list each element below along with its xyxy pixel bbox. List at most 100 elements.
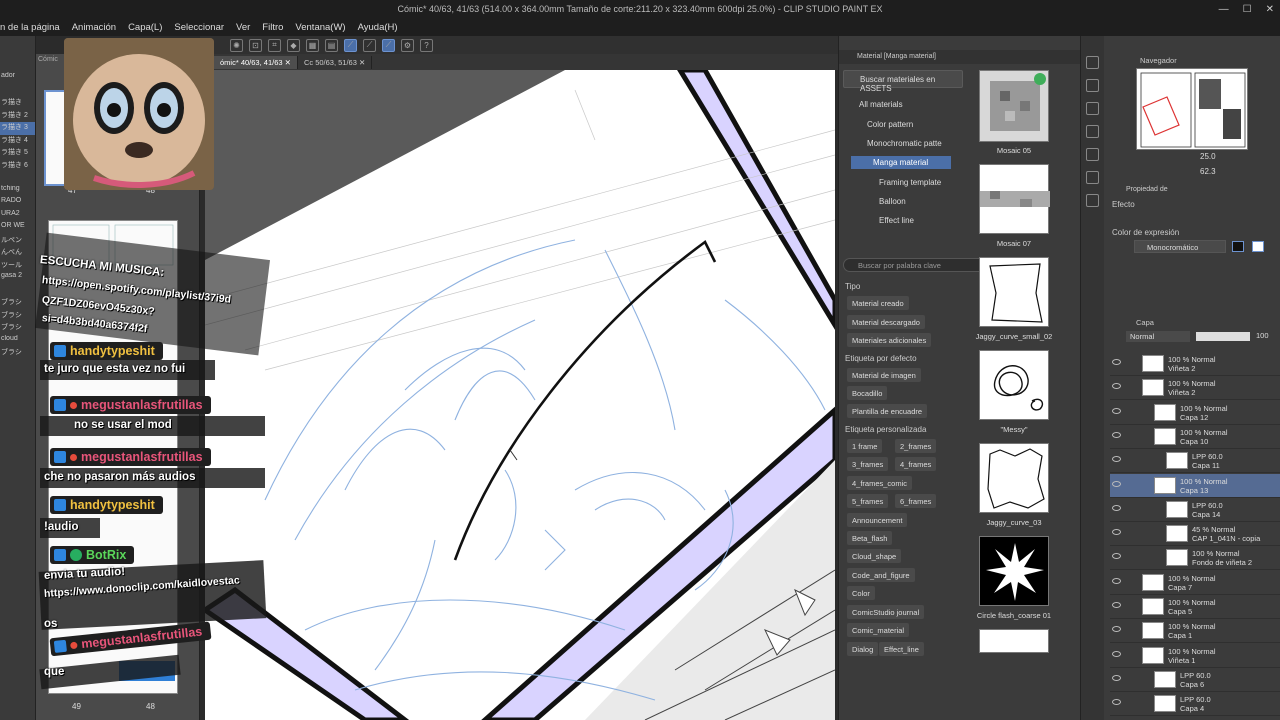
menu-page[interactable]: n de la página — [0, 22, 66, 33]
tag-button[interactable]: 4_frames_comic — [847, 476, 913, 490]
zoom-value[interactable]: 25.0 — [1200, 152, 1216, 161]
sub-tool-item[interactable]: ブラシ — [0, 297, 35, 310]
tab-close-icon[interactable]: ✕ — [359, 58, 365, 67]
maximize-button[interactable]: ☐ — [1243, 4, 1252, 15]
layer-row[interactable]: LPP 60.0 Capa 11 — [1110, 449, 1280, 474]
tag-button[interactable]: Comic_material — [847, 623, 910, 637]
eye-icon[interactable] — [1112, 699, 1121, 706]
eye-icon[interactable] — [1112, 674, 1121, 681]
sub-tool-item[interactable]: gasa 2 — [0, 272, 35, 285]
snap-special-icon[interactable]: ⟋ — [363, 38, 376, 52]
sub-tool-item-selected[interactable]: ラ描き 3 — [0, 122, 35, 135]
crop-icon[interactable]: ⌗ — [268, 38, 281, 52]
blend-mode-select[interactable]: Normal — [1126, 331, 1190, 342]
material-thumbnail-jaggy-03[interactable] — [979, 443, 1049, 513]
tag-button[interactable]: Code_and_figure — [847, 568, 915, 582]
material-thumbnail-jaggy-small[interactable] — [979, 257, 1049, 327]
tag-button[interactable]: 1 frame — [847, 439, 883, 453]
tag-button[interactable]: Color — [847, 586, 875, 600]
tab-close-icon[interactable]: ✕ — [285, 58, 291, 67]
tag-button[interactable]: Announcement — [847, 513, 908, 527]
tag-button[interactable]: Effect_line — [879, 642, 924, 656]
sub-tool-item[interactable]: ブラシ — [0, 310, 35, 323]
sub-tool-item[interactable]: ador — [0, 72, 35, 85]
info-icon[interactable] — [1086, 102, 1099, 115]
tag-button[interactable]: 4_frames — [895, 457, 937, 471]
menu-help[interactable]: Ayuda(H) — [352, 22, 404, 33]
opacity-value[interactable]: 100 — [1256, 331, 1269, 340]
layer-row[interactable]: 100 % Normal Capa 12 — [1110, 401, 1280, 425]
tag-button[interactable]: Cloud_shape — [847, 549, 902, 563]
layer-search-icon[interactable] — [1086, 171, 1099, 184]
search-assets-button[interactable]: Buscar materiales en ASSETS — [843, 70, 963, 93]
layer-row[interactable]: LPP 60.0 Capa 14 — [1110, 498, 1280, 522]
menu-filter[interactable]: Filtro — [256, 22, 289, 33]
tag-button[interactable]: Material de imagen — [847, 368, 921, 382]
tree-item-balloon[interactable]: Balloon — [879, 197, 906, 206]
menu-select[interactable]: Seleccionar — [168, 22, 230, 33]
sub-tool-item[interactable] — [0, 172, 35, 185]
eye-icon[interactable] — [1112, 577, 1121, 584]
layer-row[interactable]: LPP 60.0 Capa 4 — [1110, 692, 1280, 717]
tree-item-effect-line[interactable]: Effect line — [879, 216, 914, 225]
layer-row[interactable]: 100 % Normal Capa 5 — [1110, 595, 1280, 619]
tag-button[interactable]: Dialog — [847, 642, 879, 656]
tag-button[interactable]: Plantilla de encuadre — [847, 404, 928, 418]
eye-icon[interactable] — [1112, 650, 1121, 657]
keyword-search-input[interactable]: Buscar por palabra clave — [843, 258, 993, 272]
sub-tool-item[interactable]: RADO — [0, 197, 35, 210]
layer-row[interactable]: 100 % Normal Viñeta 2 — [1110, 352, 1280, 376]
tag-button[interactable]: Bocadillo — [847, 386, 888, 400]
animation-icon[interactable] — [1086, 194, 1099, 207]
layer-row[interactable]: 100 % Normal Viñeta 2 — [1110, 376, 1280, 401]
menu-view[interactable]: Ver — [230, 22, 256, 33]
opacity-slider[interactable] — [1196, 332, 1250, 341]
sub-tool-item[interactable]: URA2 — [0, 210, 35, 223]
eye-icon[interactable] — [1112, 480, 1121, 487]
sub-tool-item[interactable] — [0, 85, 35, 98]
black-color-swatch[interactable] — [1232, 241, 1244, 252]
tag-button[interactable]: 6_frames — [895, 494, 937, 508]
menu-window[interactable]: Ventana(W) — [289, 22, 351, 33]
ruler-icon[interactable]: ▤ — [325, 38, 338, 52]
layer-row[interactable]: 100 % Normal Fondo de viñeta 2 — [1110, 546, 1280, 571]
sub-tool-item[interactable]: ラ描き 4 — [0, 135, 35, 148]
layer-row[interactable]: 100 % Normal Capa 1 — [1110, 619, 1280, 644]
settings-icon[interactable]: ⚙ — [401, 38, 414, 52]
material-thumbnail-mosaic-07[interactable] — [979, 164, 1050, 234]
tag-button[interactable]: 5_frames — [847, 494, 889, 508]
tag-button[interactable]: Materiales adicionales — [847, 333, 932, 347]
eye-icon[interactable] — [1112, 626, 1121, 633]
snap-grid-icon[interactable]: ⟋ — [382, 38, 395, 52]
eye-icon[interactable] — [1112, 602, 1121, 608]
fill-icon[interactable]: ◆ — [287, 38, 300, 52]
layer-row[interactable]: LPP 60.0 Capa 6 — [1110, 668, 1280, 692]
tree-item-framing-template[interactable]: Framing template — [879, 178, 941, 187]
menu-animation[interactable]: Animación — [66, 22, 122, 33]
help-icon[interactable]: ? — [420, 38, 433, 52]
material-thumbnail-mosaic-05[interactable] — [979, 70, 1049, 142]
minimize-button[interactable]: — — [1219, 4, 1229, 15]
eye-icon[interactable] — [1112, 456, 1121, 463]
sub-tool-item[interactable]: ツール — [0, 260, 35, 273]
material-thumbnail[interactable] — [979, 629, 1049, 653]
layer-row[interactable]: 100 % Normal Capa 10 — [1110, 425, 1280, 449]
layer-row[interactable]: 100 % Normal Viñeta 1 — [1110, 644, 1280, 668]
navigator-preview[interactable] — [1136, 68, 1248, 150]
eye-icon[interactable] — [1112, 407, 1121, 414]
eye-icon[interactable] — [1112, 359, 1121, 365]
sub-tool-item[interactable]: ルペン — [0, 235, 35, 248]
sub-tool-item[interactable] — [0, 285, 35, 298]
eye-icon[interactable] — [1112, 431, 1121, 438]
sub-tool-item[interactable]: OR WE — [0, 222, 35, 235]
page-panel-tab[interactable]: Cómic — [38, 56, 58, 63]
sub-tool-item[interactable]: ラ描き — [0, 97, 35, 110]
sub-tool-item[interactable]: ブラシ — [0, 347, 35, 360]
sub-tool-item[interactable]: tching — [0, 185, 35, 198]
navigator-icon[interactable] — [1086, 56, 1099, 69]
layer-row[interactable]: 100 % Normal Capa 13 — [1110, 473, 1280, 498]
material-thumbnail-circle-flash[interactable] — [979, 536, 1049, 606]
transform-icon[interactable]: ⊡ — [249, 38, 262, 52]
sub-tool-item[interactable]: cloud — [0, 335, 35, 348]
expression-select[interactable]: Monocromático — [1134, 240, 1226, 253]
